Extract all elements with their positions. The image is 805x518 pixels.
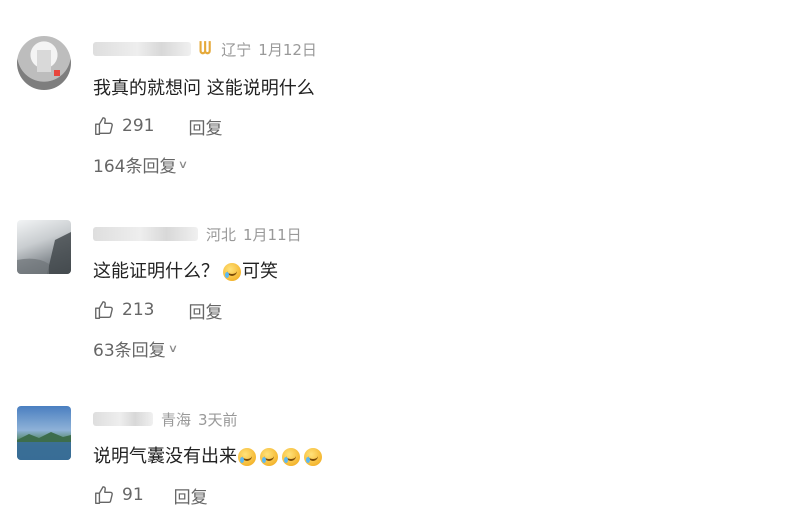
- chevron-down-icon: ∨: [178, 157, 189, 171]
- comment-meta: ᗯ 辽宁 1月12日: [93, 38, 317, 60]
- comment-location: 河北: [206, 225, 237, 244]
- view-replies-button[interactable]: 63条回复 ∨: [93, 336, 178, 361]
- laugh-cry-emoji-icon: [223, 263, 241, 281]
- avatar-image: [37, 50, 60, 76]
- avatar[interactable]: [17, 36, 71, 90]
- username-blurred[interactable]: [93, 412, 153, 426]
- username-blurred[interactable]: [93, 227, 198, 241]
- laugh-cry-emoji-icon: [282, 448, 300, 466]
- reply-button[interactable]: 回复: [188, 298, 222, 323]
- comment-meta: 青海 3天前: [93, 408, 238, 430]
- comment-body: 我真的就想问 这能说明什么: [93, 78, 315, 99]
- comment-body-tail: 可笑: [242, 261, 278, 282]
- comment-text: 这能证明什么？ 可笑: [93, 259, 278, 285]
- thumbs-up-icon[interactable]: [93, 115, 115, 137]
- reply-button[interactable]: 回复: [174, 483, 208, 508]
- laugh-cry-emoji-icon: [238, 448, 256, 466]
- replies-count: 63条回复: [93, 340, 166, 361]
- avatar-image: [17, 432, 71, 460]
- laugh-cry-emoji-icon: [260, 448, 278, 466]
- comment-location: 青海: [161, 410, 192, 429]
- view-replies-button[interactable]: 164条回复 ∨: [93, 152, 189, 177]
- like-count: 213: [122, 300, 155, 320]
- like-count: 291: [122, 116, 155, 136]
- comment-body: 说明气囊没有出来: [93, 446, 237, 467]
- comment-text: 说明气囊没有出来: [93, 444, 323, 470]
- avatar[interactable]: [17, 406, 71, 460]
- comment-location: 辽宁: [221, 40, 252, 59]
- comment-meta: 河北 1月11日: [93, 223, 302, 245]
- comment-date: 3天前: [198, 410, 238, 429]
- thumbs-up-icon[interactable]: [93, 484, 115, 506]
- comment-actions: 91 回复: [93, 482, 208, 508]
- chevron-down-icon: ∨: [167, 341, 178, 355]
- reply-button[interactable]: 回复: [188, 114, 222, 139]
- comment-actions: 213 回复: [93, 297, 222, 323]
- replies-count: 164条回复: [93, 156, 177, 177]
- comment-body: 这能证明什么？: [93, 261, 219, 282]
- vip-badge-icon: ᗯ: [199, 39, 212, 59]
- comment-date: 1月12日: [258, 40, 317, 59]
- laugh-cry-emoji-icon: [304, 448, 322, 466]
- comment-text: 我真的就想问 这能说明什么: [93, 76, 315, 102]
- thumbs-up-icon[interactable]: [93, 299, 115, 321]
- like-count: 91: [122, 485, 144, 505]
- username-blurred[interactable]: [93, 42, 191, 56]
- avatar[interactable]: [17, 220, 71, 274]
- comment-actions: 291 回复: [93, 113, 222, 139]
- comment-date: 1月11日: [243, 225, 302, 244]
- avatar-image: [17, 232, 71, 274]
